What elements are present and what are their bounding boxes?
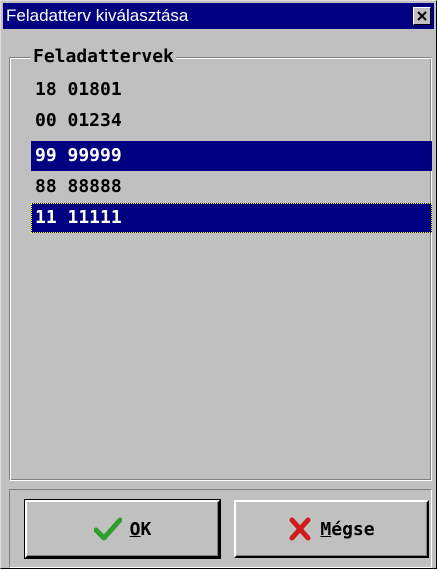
cancel-button[interactable]: Mégse	[234, 500, 429, 558]
groupbox-title: Feladattervek	[31, 44, 176, 70]
x-mark-icon	[288, 517, 312, 541]
list-item[interactable]: 11 11111	[31, 203, 432, 233]
window-title: Feladatterv kiválasztása	[6, 6, 189, 25]
dialog-window: Feladatterv kiválasztása Feladattervek 1…	[0, 0, 437, 569]
cancel-button-label: Mégse	[320, 518, 375, 540]
title-bar[interactable]: Feladatterv kiválasztása	[3, 3, 434, 29]
ok-button-label: OK	[129, 518, 152, 540]
close-icon	[417, 11, 427, 21]
close-button[interactable]	[413, 7, 431, 25]
list-item[interactable]: 18 01801	[31, 75, 432, 105]
list-item[interactable]: 88 88888	[31, 172, 432, 202]
button-panel: OK Mégse	[9, 489, 432, 568]
list-item[interactable]: 99 99999	[31, 141, 432, 171]
list-item[interactable]: 00 01234	[31, 106, 432, 136]
ok-button[interactable]: OK	[24, 499, 221, 559]
task-plan-list[interactable]: 18 01801 00 01234 99 99999 88 88888 11 1…	[31, 75, 432, 481]
checkmark-icon	[93, 517, 123, 541]
